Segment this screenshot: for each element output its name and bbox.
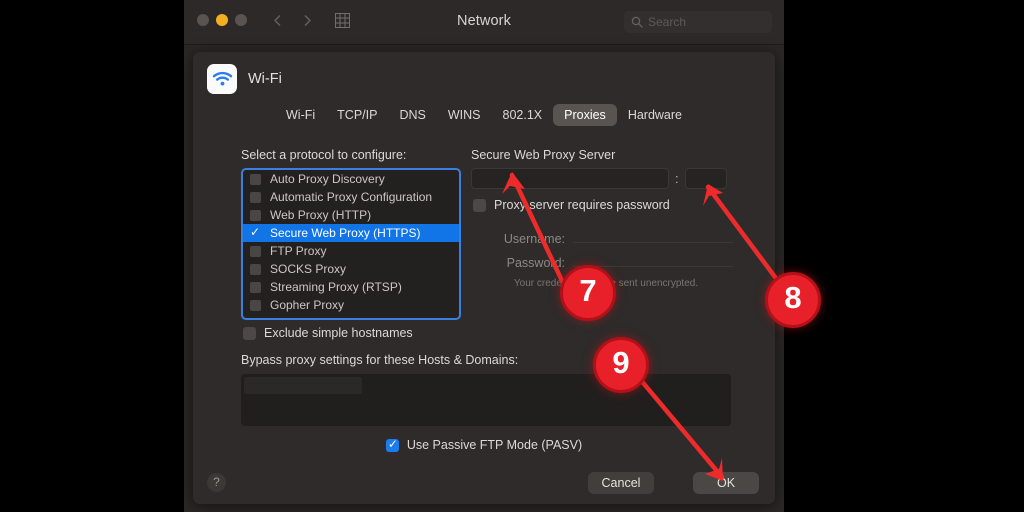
protocol-row-auto-proxy-discovery[interactable]: Auto Proxy Discovery (243, 170, 459, 188)
tab-tcpip[interactable]: TCP/IP (326, 104, 388, 126)
passive-ftp-label: Use Passive FTP Mode (PASV) (406, 438, 583, 452)
password-label: Password: (506, 256, 565, 270)
host-port-separator: : (675, 171, 679, 186)
tab-proxies[interactable]: Proxies (553, 104, 617, 126)
requires-password-checkbox[interactable] (473, 198, 486, 212)
protocol-list-label: Select a protocol to configure: (241, 148, 407, 162)
ok-button[interactable]: OK (693, 472, 759, 494)
search-input[interactable]: Search (624, 11, 772, 33)
bypass-list-label: Bypass proxy settings for these Hosts & … (241, 353, 519, 367)
exclude-simple-hostnames-row[interactable]: Exclude simple hostnames (243, 326, 413, 340)
protocol-label: Automatic Proxy Configuration (270, 190, 433, 204)
interface-header: Wi-Fi (207, 64, 282, 94)
protocol-checkbox-checked[interactable]: ✓ (250, 226, 261, 239)
tab-8021x[interactable]: 802.1X (492, 104, 554, 126)
protocol-checkbox[interactable] (250, 299, 261, 311)
protocol-row-ftp-proxy[interactable]: FTP Proxy (243, 242, 459, 260)
proxies-panel-body: Select a protocol to configure: Auto Pro… (193, 140, 775, 504)
protocol-checkbox[interactable] (250, 245, 261, 257)
window-titlebar: Network Search (184, 0, 784, 45)
annotation-badge-7: 7 (560, 265, 616, 321)
minimize-button[interactable] (216, 14, 228, 26)
protocol-checkbox[interactable] (250, 209, 261, 221)
show-all-grid-icon[interactable] (335, 13, 350, 28)
tab-wifi[interactable]: Wi-Fi (275, 104, 326, 126)
tab-dns[interactable]: DNS (388, 104, 436, 126)
protocol-checkbox[interactable] (250, 263, 261, 275)
protocol-row-secure-web-proxy-https[interactable]: ✓ Secure Web Proxy (HTTPS) (243, 224, 459, 242)
exclude-simple-hostnames-label: Exclude simple hostnames (264, 326, 413, 340)
protocol-label: Gopher Proxy (270, 298, 345, 312)
passive-ftp-checkbox[interactable]: ✓ (385, 437, 399, 452)
protocol-label: Web Proxy (HTTP) (270, 208, 372, 222)
requires-password-row[interactable]: Proxy server requires password (473, 198, 670, 212)
zoom-button[interactable] (235, 14, 247, 26)
protocol-checkbox[interactable] (250, 173, 261, 185)
help-button[interactable]: ? (207, 473, 226, 492)
protocol-row-streaming-proxy-rtsp[interactable]: Streaming Proxy (RTSP) (243, 278, 459, 296)
password-row: Password: (493, 252, 733, 270)
back-chevron-icon[interactable] (272, 14, 283, 27)
bypass-list-textarea[interactable] (241, 374, 731, 426)
interface-name: Wi-Fi (248, 71, 282, 87)
username-row: Username: (493, 228, 733, 246)
wifi-icon (207, 64, 237, 94)
proxy-server-title: Secure Web Proxy Server (471, 148, 616, 162)
protocol-row-socks-proxy[interactable]: SOCKS Proxy (243, 260, 459, 278)
protocol-label: Secure Web Proxy (HTTPS) (270, 226, 421, 240)
settings-tabbar: Wi-Fi TCP/IP DNS WINS 802.1X Proxies Har… (193, 104, 775, 126)
protocol-label: FTP Proxy (270, 244, 327, 258)
protocol-row-automatic-proxy-configuration[interactable]: Automatic Proxy Configuration (243, 188, 459, 206)
secure-web-proxy-port-field[interactable] (684, 168, 727, 189)
search-icon (631, 16, 643, 28)
protocol-checkbox[interactable] (250, 191, 261, 203)
close-button[interactable] (197, 14, 209, 26)
username-label: Username: (503, 232, 565, 246)
proxy-server-address-row: : (471, 168, 727, 189)
protocol-checkbox[interactable] (250, 281, 261, 293)
secure-web-proxy-host-field[interactable] (471, 168, 669, 189)
forward-chevron-icon[interactable] (302, 14, 313, 27)
protocol-label: SOCKS Proxy (270, 262, 347, 276)
screenshot-root: Network Search Wi-Fi Wi-Fi TCP/IP DNS WI… (0, 0, 1024, 512)
proxies-settings-sheet: Wi-Fi Wi-Fi TCP/IP DNS WINS 802.1X Proxi… (193, 52, 775, 504)
protocol-row-gopher-proxy[interactable]: Gopher Proxy (243, 296, 459, 314)
network-preferences-window: Network Search Wi-Fi Wi-Fi TCP/IP DNS WI… (184, 0, 784, 512)
tab-hardware[interactable]: Hardware (617, 104, 693, 126)
tab-wins[interactable]: WINS (437, 104, 492, 126)
protocol-row-web-proxy-http[interactable]: Web Proxy (HTTP) (243, 206, 459, 224)
passive-ftp-row[interactable]: ✓ Use Passive FTP Mode (PASV) (193, 437, 775, 452)
annotation-badge-8: 8 (765, 272, 821, 328)
username-field[interactable] (573, 228, 733, 243)
password-field[interactable] (573, 252, 733, 267)
exclude-simple-hostnames-checkbox[interactable] (243, 326, 256, 340)
requires-password-label: Proxy server requires password (494, 198, 670, 212)
protocol-label: Auto Proxy Discovery (270, 172, 385, 186)
bypass-entry-placeholder (244, 377, 362, 394)
search-placeholder: Search (648, 15, 687, 29)
cancel-button[interactable]: Cancel (588, 472, 654, 494)
protocol-label: Streaming Proxy (RTSP) (270, 280, 402, 294)
protocol-list[interactable]: Auto Proxy Discovery Automatic Proxy Con… (241, 168, 461, 320)
annotation-badge-9: 9 (593, 337, 649, 393)
